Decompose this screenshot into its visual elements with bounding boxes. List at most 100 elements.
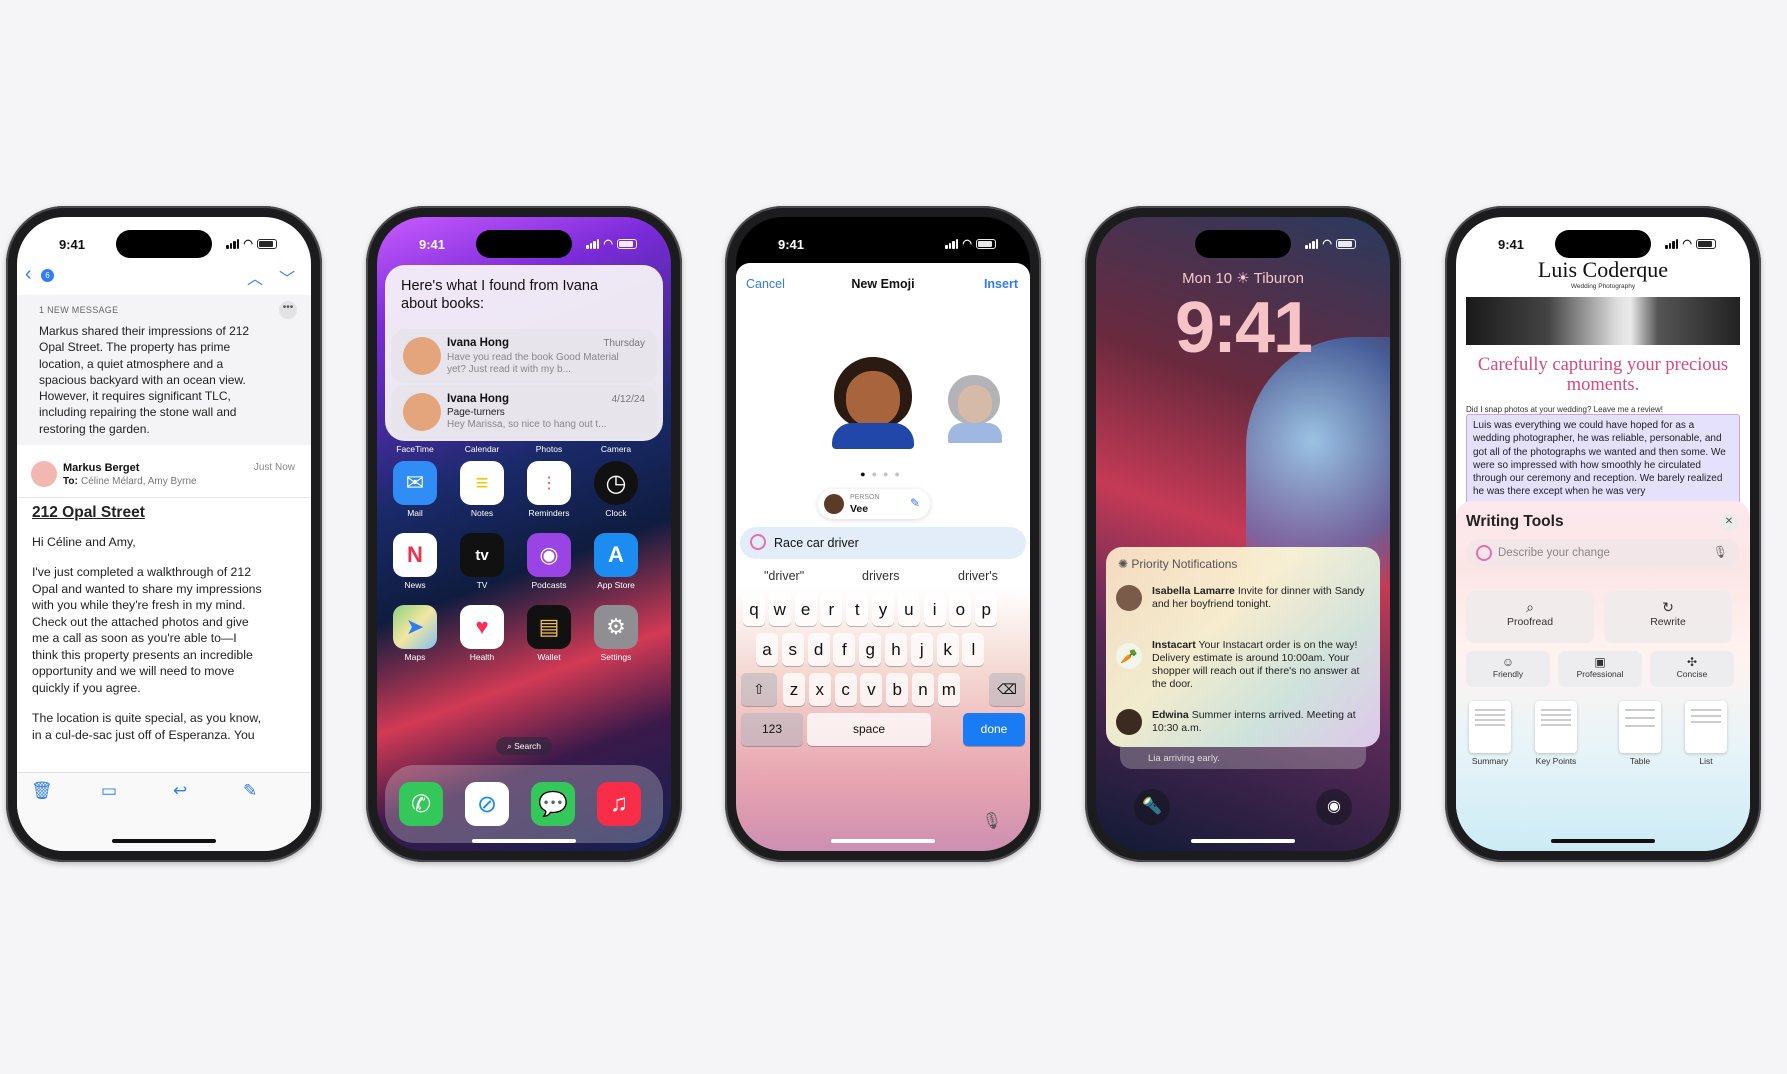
microphone-icon[interactable]: 🎙 [1713,545,1728,559]
friendly-button[interactable]: ☺ Friendly [1466,651,1550,687]
battery-icon [1336,238,1356,249]
key-a[interactable]: a [756,633,778,666]
emoji-prompt-input[interactable]: Race car driver [740,527,1026,559]
app-mail[interactable]: ✉ Mail [393,461,437,518]
describe-change-input[interactable]: Describe your change 🎙 [1466,539,1740,567]
proofread-button[interactable]: ⌕ Proofread [1466,591,1594,643]
delete-key[interactable]: ⌫ [989,673,1025,706]
lock-screen: ◠ Mon 10 ☀ Tiburon 9:41 Lia arriving ear… [1096,217,1390,851]
siri-result-2[interactable]: Ivana Hong 4/12/24 Page-turners Hey Mari… [391,385,657,439]
safari-icon[interactable]: ⊘ [465,782,509,826]
app-health[interactable]: ♥ Health [460,605,504,662]
key-k[interactable]: k [936,633,959,666]
wifi-icon: ◠ [1682,238,1692,250]
back-chevron-icon[interactable]: ‹ [25,263,32,286]
siri-result-1[interactable]: Ivana Hong Thursday Have you read the bo… [391,329,657,383]
reply-icon[interactable]: ↩ [173,781,187,801]
app-camera[interactable]: Camera [594,441,638,454]
key-w[interactable]: w [768,593,791,626]
key-j[interactable]: j [910,633,933,666]
app-photos[interactable]: Photos [527,441,571,454]
key-f[interactable]: f [833,633,856,666]
key-z[interactable]: z [783,673,805,706]
app-tv[interactable]: tv TV [460,533,504,590]
app-settings[interactable]: ⚙ Settings [594,605,638,662]
summary-option[interactable]: Summary [1460,701,1520,766]
key-i[interactable]: i [923,593,946,626]
key-t[interactable]: t [846,593,869,626]
key-o[interactable]: o [949,593,972,626]
key-u[interactable]: u [897,593,920,626]
key-r[interactable]: r [820,593,843,626]
site-tagline: Wedding Photography [1570,283,1636,290]
key-y[interactable]: y [872,593,894,626]
app-app-store[interactable]: A App Store [594,533,638,590]
key-c[interactable]: c [834,673,857,706]
shift-key[interactable]: ⇧ [741,673,777,706]
app-maps[interactable]: ➤ Maps [393,605,437,662]
key-points-option[interactable]: Key Points [1526,701,1586,766]
status-bar: 9:41 ◠ [736,233,1030,255]
app-podcasts[interactable]: ◉ Podcasts [527,533,571,590]
suggestion-3[interactable]: driver's [958,569,998,583]
priority-notifications[interactable]: ✺ Priority Notifications Isabella Lamarr… [1106,547,1380,747]
messages-icon[interactable]: 💬 [531,782,575,826]
stacked-notification[interactable]: Lia arriving early. [1120,747,1366,769]
key-b[interactable]: b [886,673,909,706]
compose-icon[interactable]: ✎ [243,781,257,801]
trash-icon[interactable]: 🗑 [31,781,53,801]
table-option[interactable]: Table [1610,701,1670,766]
app-wallet[interactable]: ▤ Wallet [527,605,571,662]
suggestion-2[interactable]: drivers [862,569,900,583]
person-avatar [824,494,844,514]
mail-screen: 9:41 ◠ ‹ 6 ︿ ﹀ 1 NEW MESSAGE ••• Markus … [17,217,311,851]
app-calendar[interactable]: Calendar [460,441,504,454]
numbers-key[interactable]: 123 [741,713,803,746]
key-x[interactable]: x [808,673,831,706]
key-q[interactable]: q [743,593,765,626]
key-m[interactable]: m [937,673,960,706]
done-key[interactable]: done [963,713,1025,746]
music-icon[interactable]: ♫ [597,782,641,826]
settings-icon: ⚙ [594,605,638,649]
concise-button[interactable]: ✣ Concise [1650,651,1734,687]
professional-button[interactable]: ▣ Professional [1558,651,1642,687]
app-reminders[interactable]: ⋮ Reminders [527,461,571,518]
app-notes[interactable]: ≡ Notes [460,461,504,518]
person-selector[interactable]: PERSON Vee ✎ [818,489,930,519]
key-d[interactable]: d [807,633,830,666]
phone-app-icon[interactable]: ✆ [399,782,443,826]
key-g[interactable]: g [859,633,882,666]
review-textarea[interactable]: Luis was everything we could have hoped … [1466,414,1740,512]
sender-row[interactable]: Markus Berget Just Now To: Céline Mélard… [17,453,311,498]
suggestion-1[interactable]: "driver" [764,569,804,583]
folder-icon[interactable]: ▭ [101,781,117,801]
app-clock[interactable]: ◷ Clock [594,461,638,518]
genmoji-alt-preview[interactable] [946,375,1002,445]
genmoji-preview[interactable] [828,357,918,449]
insert-button[interactable]: Insert [984,277,1018,291]
camera-icon[interactable]: ◉ [1316,789,1352,825]
app-facetime[interactable]: FaceTime [393,441,437,454]
key-p[interactable]: p [975,593,998,626]
key-s[interactable]: s [781,633,804,666]
flashlight-icon[interactable]: 🔦 [1134,789,1170,825]
key-h[interactable]: h [885,633,907,666]
key-n[interactable]: n [912,673,934,706]
dictation-icon[interactable]: 🎙 [982,811,1002,831]
edit-pencil-icon[interactable]: ✎ [910,496,920,510]
more-icon[interactable]: ••• [279,301,297,319]
key-l[interactable]: l [962,633,985,666]
list-option[interactable]: List [1676,701,1736,766]
next-message-icon[interactable]: ﹀ [279,265,295,289]
previous-message-icon[interactable]: ︿ [247,265,263,289]
rewrite-button[interactable]: ↻ Rewrite [1604,591,1732,643]
home-search-button[interactable]: ⌕ Search [496,737,552,755]
space-key[interactable]: space [807,713,931,746]
prompt-text: Race car driver [774,536,859,550]
key-v[interactable]: v [860,673,883,706]
battery-icon [976,238,996,249]
key-e[interactable]: e [794,593,817,626]
close-icon[interactable]: ✕ [1720,513,1738,531]
app-news[interactable]: N News [393,533,437,590]
